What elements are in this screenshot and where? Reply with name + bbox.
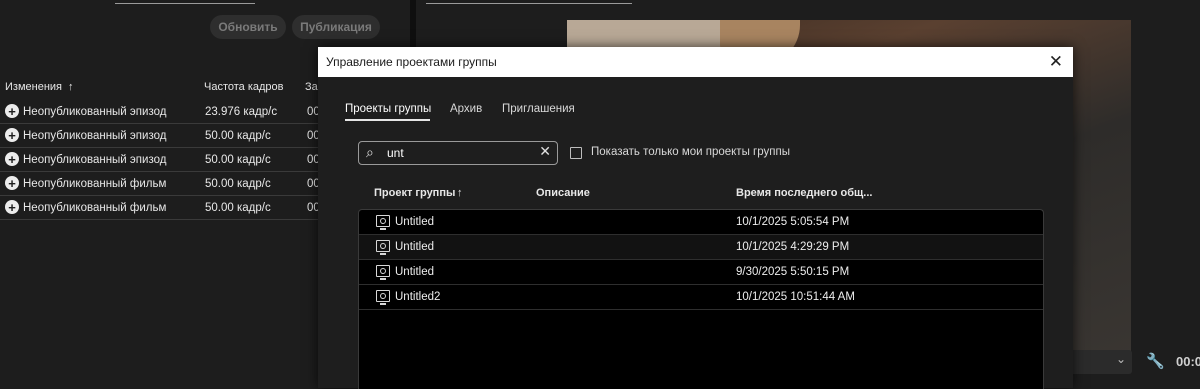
project-time: 10/1/2025 5:05:54 PM	[736, 216, 850, 228]
row-name: Неопубликованный эпизод	[23, 154, 167, 166]
row-name: Неопубликованный эпизод	[23, 106, 167, 118]
sort-up-icon: ↑	[68, 81, 74, 93]
row-name: Неопубликованный фильм	[23, 178, 167, 190]
col-frame-rate[interactable]: Частота кадров	[204, 81, 284, 93]
team-project-icon	[376, 265, 390, 280]
team-project-icon	[376, 215, 390, 230]
only-my-projects-checkbox[interactable]	[570, 147, 582, 159]
col-last-access[interactable]: Время последнего общ...	[736, 187, 872, 199]
project-name: Untitled	[395, 216, 434, 228]
project-time: 10/1/2025 10:51:44 AM	[736, 291, 855, 303]
field-underline	[426, 3, 632, 4]
tab-team-projects[interactable]: Проекты группы	[345, 103, 431, 115]
sort-up-icon: ↑	[457, 187, 463, 199]
table-row[interactable]: Untitled2 10/1/2025 10:51:44 AM	[359, 285, 1043, 310]
row-name: Неопубликованный фильм	[23, 202, 167, 214]
table-row[interactable]: Untitled 10/1/2025 4:29:29 PM	[359, 235, 1043, 260]
plus-circle-icon: +	[5, 152, 19, 166]
tab-invitations[interactable]: Приглашения	[502, 103, 575, 115]
only-my-projects-label[interactable]: Показать только мои проекты группы	[591, 146, 790, 158]
row-rate: 50.00 кадр/с	[205, 178, 271, 190]
project-time: 9/30/2025 5:50:15 PM	[736, 266, 850, 278]
search-field[interactable]: ⌕ ✕	[358, 141, 558, 165]
row-name: Неопубликованный эпизод	[23, 130, 167, 142]
field-underline	[115, 3, 255, 4]
dialog-titlebar[interactable]: Управление проектами группы ✕	[318, 47, 1073, 77]
plus-circle-icon: +	[5, 176, 19, 190]
dialog-title: Управление проектами группы	[326, 55, 497, 69]
project-name: Untitled	[395, 266, 434, 278]
row-rate: 50.00 кадр/с	[205, 130, 271, 142]
search-input[interactable]	[387, 144, 537, 162]
project-time: 10/1/2025 4:29:29 PM	[736, 241, 850, 253]
wrench-icon[interactable]: 🔧	[1146, 352, 1165, 370]
active-tab-indicator	[345, 119, 430, 121]
row-rate: 50.00 кадр/с	[205, 154, 271, 166]
clear-search-icon[interactable]: ✕	[539, 143, 551, 160]
manage-team-projects-dialog: Управление проектами группы ✕ Проекты гр…	[318, 47, 1073, 389]
col-description[interactable]: Описание	[536, 187, 590, 199]
col-extra[interactable]: За	[305, 81, 318, 93]
project-name: Untitled2	[395, 291, 441, 303]
plus-circle-icon: +	[5, 128, 19, 142]
project-name: Untitled	[395, 241, 434, 253]
close-icon[interactable]: ✕	[1049, 52, 1063, 72]
zoom-dropdown[interactable]: ⌄	[1070, 350, 1132, 374]
team-project-icon	[376, 290, 390, 305]
row-rate: 23.976 кадр/с	[205, 106, 278, 118]
chevron-down-icon: ⌄	[1115, 352, 1126, 366]
tab-archive[interactable]: Архив	[450, 103, 482, 115]
col-team-project[interactable]: Проект группы	[374, 187, 455, 199]
team-project-icon	[376, 240, 390, 255]
col-changes[interactable]: Изменения	[5, 81, 62, 93]
table-row[interactable]: Untitled 9/30/2025 5:50:15 PM	[359, 260, 1043, 285]
plus-circle-icon: +	[5, 104, 19, 118]
publish-button[interactable]: Публикация	[292, 15, 380, 39]
refresh-button[interactable]: Обновить	[210, 15, 286, 39]
row-rate: 50.00 кадр/с	[205, 202, 271, 214]
plus-circle-icon: +	[5, 200, 19, 214]
search-icon: ⌕	[366, 144, 374, 160]
table-row[interactable]: Untitled 10/1/2025 5:05:54 PM	[359, 210, 1043, 235]
timecode: 00:0	[1176, 354, 1200, 369]
team-projects-table: Untitled 10/1/2025 5:05:54 PM Untitled 1…	[358, 209, 1044, 389]
